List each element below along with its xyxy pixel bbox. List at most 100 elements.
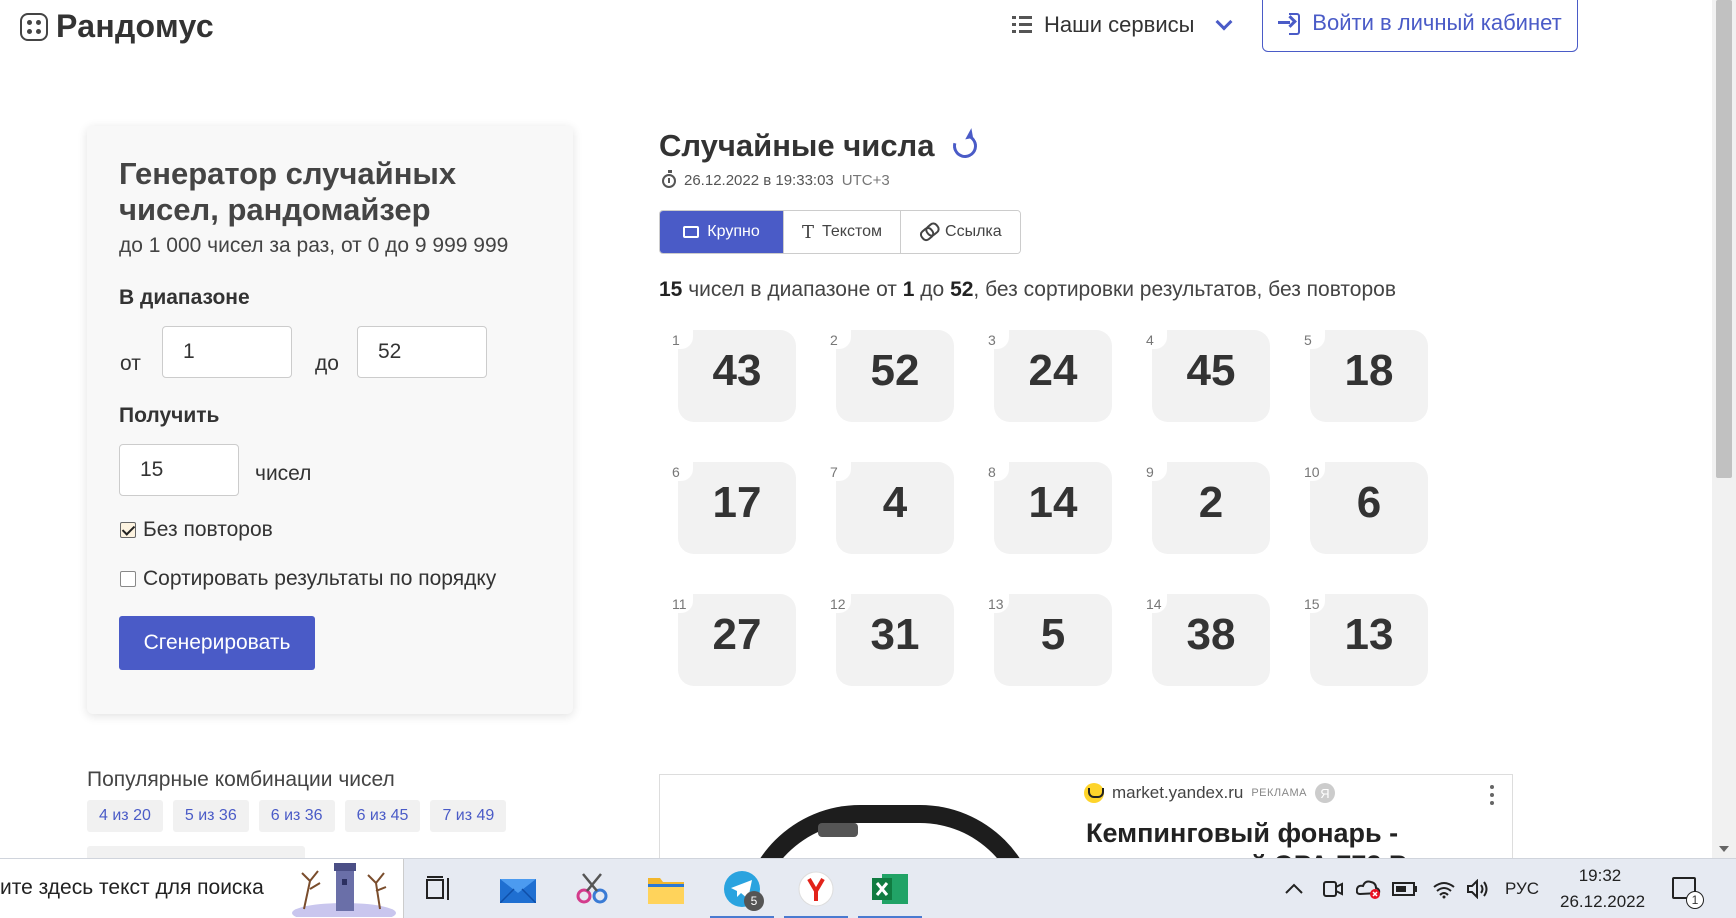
services-menu[interactable]: Наши сервисы: [1012, 12, 1233, 38]
number-cell: 14 38: [1140, 593, 1272, 712]
ad-source-text: market.yandex.ru: [1112, 783, 1244, 802]
tab-link[interactable]: Ссылка: [901, 211, 1020, 253]
results-title-text: Случайные числа: [659, 128, 935, 163]
number-cell: 5 18: [1298, 329, 1430, 448]
timestamp-text: 26.12.2022 в 19:33:03: [684, 172, 834, 189]
timezone-text: UTC+3: [841, 172, 890, 189]
language-indicator[interactable]: РУС: [1505, 859, 1539, 918]
summary-to: 52: [950, 278, 974, 301]
volume-icon[interactable]: [1466, 859, 1490, 918]
header: Рандомус Наши сервисы Войти в личный каб…: [0, 0, 1712, 60]
popular-tag[interactable]: 6 из 36: [258, 800, 335, 832]
scroll-down-icon[interactable]: [1719, 846, 1729, 852]
popular-tag[interactable]: 7 из 49: [430, 800, 507, 832]
number-value: 43: [712, 346, 762, 395]
sort-checkbox[interactable]: [120, 571, 136, 587]
yandex-browser-icon[interactable]: [784, 867, 848, 918]
generator-title: Генератор случайных чисел, рандомайзер: [119, 156, 457, 227]
number-value: 52: [870, 346, 920, 395]
yandex-icon: Я: [1314, 783, 1335, 803]
task-view-icon[interactable]: [418, 867, 462, 911]
range-label: В диапазоне: [119, 286, 250, 309]
excel-icon[interactable]: [858, 867, 922, 918]
tab-label: Крупно: [707, 223, 760, 240]
link-icon: [918, 222, 938, 241]
notifications-badge: 1: [1686, 891, 1704, 909]
summary-text: , без сортировки результатов, без повтор…: [973, 278, 1396, 301]
chevron-up-icon[interactable]: [1284, 859, 1304, 918]
number-value: 24: [1028, 346, 1078, 395]
file-explorer-icon[interactable]: [644, 867, 688, 911]
logo[interactable]: Рандомус: [20, 8, 214, 45]
count-unit: чисел: [255, 462, 312, 485]
list-icon: [1012, 16, 1032, 34]
number-value: 4: [882, 478, 908, 527]
battery-icon[interactable]: [1392, 859, 1418, 918]
no-repeat-checkbox[interactable]: [120, 522, 136, 538]
ad-source[interactable]: market.yandex.ru РЕКЛАМА Я: [1084, 783, 1335, 803]
number-cell: 3 24: [982, 329, 1114, 448]
number-cell: 8 14: [982, 461, 1114, 580]
summary-text: до: [914, 278, 951, 301]
number-value: 5: [1040, 610, 1066, 659]
mail-icon[interactable]: [496, 867, 540, 911]
from-label: от: [120, 352, 141, 375]
scrollbar-thumb[interactable]: [1716, 0, 1732, 478]
range-from-input[interactable]: 1: [162, 326, 292, 378]
number-value: 17: [712, 478, 762, 527]
snipping-tool-icon[interactable]: [570, 867, 614, 911]
summary-count: 15: [659, 278, 683, 301]
number-cell: 74: [824, 461, 956, 580]
ad-title[interactable]: Кемпинговый фонарь - кемпинговый ЭРА 772…: [1086, 817, 1506, 860]
meet-now-icon[interactable]: [1322, 859, 1344, 918]
no-repeat-label[interactable]: Без повторов: [143, 518, 273, 542]
ad-product-image[interactable]: [740, 805, 1040, 860]
number-value: 14: [1028, 478, 1078, 527]
ad-block[interactable]: market.yandex.ru РЕКЛАМА Я Кемпинговый ф…: [659, 774, 1513, 860]
generate-button[interactable]: Сгенерировать: [119, 616, 315, 670]
popular-tag[interactable]: 6 из 45: [344, 800, 421, 832]
results-summary: 15 чисел в диапазоне от 1 до 52, без сор…: [659, 278, 1396, 302]
sort-label[interactable]: Сортировать результаты по порядку: [143, 567, 496, 591]
services-label: Наши сервисы: [1044, 12, 1195, 37]
chevron-down-icon: [1215, 13, 1233, 31]
taskbar-search[interactable]: ите здесь текст для поиска: [0, 859, 404, 918]
range-to-input[interactable]: 52: [357, 326, 487, 378]
telegram-icon[interactable]: 5: [710, 867, 774, 918]
popular-tag[interactable]: 4 из 20: [87, 800, 163, 832]
login-button[interactable]: Войти в личный кабинет: [1262, 0, 1578, 52]
logo-text: Рандомус: [56, 8, 214, 44]
yandex-market-logo-icon: [1084, 783, 1104, 803]
results-timestamp: 26.12.2022 в 19:33:03 UTC+3: [662, 169, 890, 189]
number-value: 6: [1356, 478, 1382, 527]
number-cell: 13 5: [982, 593, 1114, 712]
number-value: 38: [1186, 610, 1236, 659]
tab-label: Текстом: [822, 223, 883, 240]
number-cell: 15 13: [1298, 593, 1430, 712]
number-cell: 2 52: [824, 329, 956, 448]
telegram-badge: 5: [744, 891, 764, 911]
number-cell: 4 45: [1140, 329, 1272, 448]
number-cell: 12 31: [824, 593, 956, 712]
onedrive-error-icon[interactable]: [1356, 859, 1382, 918]
page-scrollbar[interactable]: [1712, 0, 1736, 858]
tab-large[interactable]: Крупно: [660, 211, 784, 253]
number-value: 13: [1344, 610, 1394, 659]
number-value: 18: [1344, 346, 1394, 395]
tab-text[interactable]: T Текстом: [784, 211, 902, 253]
number-value: 31: [870, 610, 920, 659]
number-value: 2: [1198, 478, 1224, 527]
to-label: до: [315, 352, 339, 375]
refresh-icon[interactable]: [948, 129, 981, 163]
taskbar-clock[interactable]: 19:32 26.12.2022: [1560, 863, 1645, 915]
search-highlight-illustration-icon: [292, 863, 396, 917]
wifi-icon[interactable]: [1432, 859, 1456, 918]
page: Рандомус Наши сервисы Войти в личный каб…: [0, 0, 1736, 918]
popular-tag[interactable]: 5 из 36: [172, 800, 249, 832]
sign-in-icon: [1278, 12, 1301, 35]
taskbar-search-text: ите здесь текст для поиска: [0, 876, 264, 899]
ad-tag: РЕКЛАМА: [1251, 787, 1307, 799]
clock-time: 19:32: [1578, 866, 1622, 885]
more-vertical-icon[interactable]: [1490, 785, 1494, 805]
count-input[interactable]: 15: [119, 444, 239, 496]
